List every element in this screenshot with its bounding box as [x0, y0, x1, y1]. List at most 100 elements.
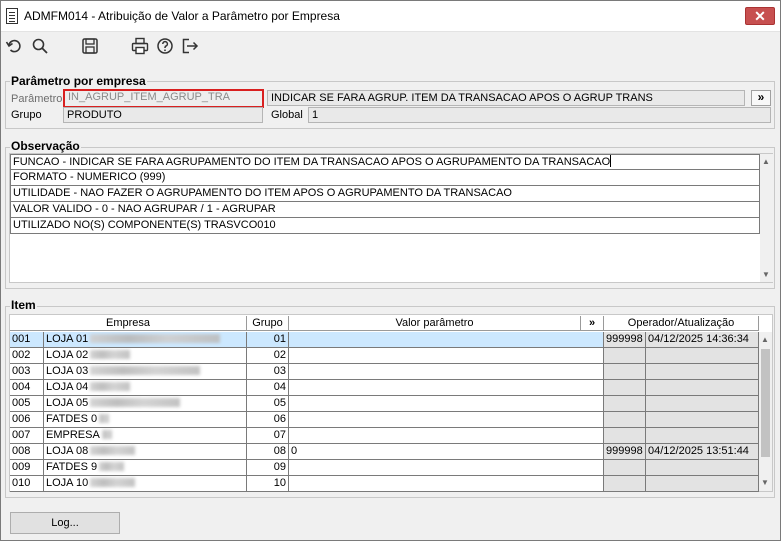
- cell-grupo[interactable]: 01: [247, 332, 289, 348]
- scroll-up-icon[interactable]: ▲: [762, 157, 770, 166]
- cell-atualizacao: [646, 460, 759, 476]
- cell-grupo[interactable]: 04: [247, 380, 289, 396]
- table-row[interactable]: 001 LOJA 01 01 999998 04/12/2025 14:36:34: [10, 332, 759, 348]
- cell-code[interactable]: 005: [10, 396, 44, 412]
- cell-valor[interactable]: [289, 428, 604, 444]
- redacted-text: [90, 334, 221, 343]
- log-button[interactable]: Log...: [10, 512, 120, 534]
- item-legend: Item: [10, 298, 37, 312]
- obs-line[interactable]: UTILIDADE - NAO FAZER O AGRUPAMENTO DO I…: [10, 186, 760, 202]
- redacted-text: [90, 366, 201, 375]
- cell-empresa[interactable]: LOJA 04: [44, 380, 247, 396]
- scroll-thumb[interactable]: [761, 349, 770, 457]
- cell-code[interactable]: 004: [10, 380, 44, 396]
- cell-grupo[interactable]: 09: [247, 460, 289, 476]
- cell-atualizacao: [646, 412, 759, 428]
- table-row[interactable]: 009 FATDES 9 09: [10, 460, 759, 476]
- print-icon[interactable]: [131, 37, 149, 55]
- cell-code[interactable]: 003: [10, 364, 44, 380]
- cell-empresa[interactable]: EMPRESA: [44, 428, 247, 444]
- item-grid: Empresa Grupo Valor parâmetro » Operador…: [9, 314, 773, 492]
- cell-empresa[interactable]: FATDES 0: [44, 412, 247, 428]
- main-window: ADMFM014 - Atribuição de Valor a Parâmet…: [0, 0, 781, 541]
- grupo-label: Grupo: [11, 109, 42, 121]
- cell-code[interactable]: 001: [10, 332, 44, 348]
- cell-code[interactable]: 006: [10, 412, 44, 428]
- cell-operador: [604, 412, 646, 428]
- redacted-text: [90, 478, 136, 487]
- search-icon[interactable]: [31, 37, 49, 55]
- cell-empresa[interactable]: LOJA 01: [44, 332, 247, 348]
- cell-valor[interactable]: [289, 364, 604, 380]
- item-scrollbar[interactable]: ▲ ▼: [759, 332, 772, 491]
- scroll-down-icon[interactable]: ▼: [762, 270, 770, 279]
- table-row[interactable]: 010 LOJA 10 10: [10, 476, 759, 492]
- undo-icon[interactable]: [5, 37, 23, 55]
- cell-valor[interactable]: [289, 348, 604, 364]
- cell-grupo[interactable]: 03: [247, 364, 289, 380]
- cell-operador: [604, 364, 646, 380]
- document-icon: [6, 8, 18, 24]
- scroll-up-icon[interactable]: ▲: [761, 335, 769, 344]
- parametro-field[interactable]: IN_AGRUP_ITEM_AGRUP_TRA: [63, 89, 264, 108]
- cell-grupo[interactable]: 08: [247, 444, 289, 460]
- cell-grupo[interactable]: 06: [247, 412, 289, 428]
- cell-grupo[interactable]: 07: [247, 428, 289, 444]
- cell-operador: [604, 396, 646, 412]
- cell-valor[interactable]: 0: [289, 444, 604, 460]
- col-header-operador[interactable]: Operador/Atualização: [604, 316, 759, 331]
- scroll-down-icon[interactable]: ▼: [761, 478, 769, 487]
- save-icon[interactable]: [81, 37, 99, 55]
- col-header-empresa[interactable]: Empresa: [10, 316, 247, 331]
- obs-line[interactable]: UTILIZADO NO(S) COMPONENTE(S) TRASVCO010: [10, 218, 760, 234]
- cell-empresa[interactable]: LOJA 08: [44, 444, 247, 460]
- cell-empresa[interactable]: LOJA 05: [44, 396, 247, 412]
- obs-textarea[interactable]: FUNCAO - INDICAR SE FARA AGRUPAMENTO DO …: [9, 153, 773, 283]
- cell-empresa[interactable]: LOJA 10: [44, 476, 247, 492]
- cell-grupo[interactable]: 05: [247, 396, 289, 412]
- cell-valor[interactable]: [289, 380, 604, 396]
- table-row[interactable]: 005 LOJA 05 05: [10, 396, 759, 412]
- col-header-more-button[interactable]: »: [581, 316, 604, 331]
- cell-code[interactable]: 008: [10, 444, 44, 460]
- table-row[interactable]: 003 LOJA 03 03: [10, 364, 759, 380]
- window-title: ADMFM014 - Atribuição de Valor a Parâmet…: [24, 9, 340, 23]
- cell-valor[interactable]: [289, 332, 604, 348]
- cell-valor[interactable]: [289, 396, 604, 412]
- obs-line[interactable]: VALOR VALIDO - 0 - NAO AGRUPAR / 1 - AGR…: [10, 202, 760, 218]
- close-button[interactable]: ✕: [745, 7, 775, 25]
- cell-empresa[interactable]: LOJA 02: [44, 348, 247, 364]
- redacted-text: [90, 446, 136, 455]
- cell-valor[interactable]: [289, 412, 604, 428]
- obs-line[interactable]: FORMATO - NUMERICO (999): [10, 170, 760, 186]
- cell-empresa[interactable]: FATDES 9: [44, 460, 247, 476]
- cell-code[interactable]: 009: [10, 460, 44, 476]
- cell-empresa[interactable]: LOJA 03: [44, 364, 247, 380]
- obs-line[interactable]: FUNCAO - INDICAR SE FARA AGRUPAMENTO DO …: [10, 154, 760, 170]
- table-row[interactable]: 004 LOJA 04 04: [10, 380, 759, 396]
- cell-code[interactable]: 007: [10, 428, 44, 444]
- cell-valor[interactable]: [289, 460, 604, 476]
- redacted-text: [90, 398, 181, 407]
- cell-code[interactable]: 010: [10, 476, 44, 492]
- col-header-valor[interactable]: Valor parâmetro: [289, 316, 581, 331]
- cell-operador: [604, 476, 646, 492]
- table-row[interactable]: 006 FATDES 0 06: [10, 412, 759, 428]
- cell-grupo[interactable]: 02: [247, 348, 289, 364]
- obs-scrollbar[interactable]: ▲ ▼: [760, 154, 773, 282]
- parametro-label: Parâmetro: [11, 93, 63, 105]
- exit-icon[interactable]: [181, 37, 199, 55]
- cell-valor[interactable]: [289, 476, 604, 492]
- obs-legend: Observação: [10, 139, 81, 153]
- redacted-text: [99, 462, 125, 471]
- table-row[interactable]: 002 LOJA 02 02: [10, 348, 759, 364]
- cell-grupo[interactable]: 10: [247, 476, 289, 492]
- toolbar: [1, 32, 780, 60]
- help-icon[interactable]: [156, 37, 174, 55]
- table-row[interactable]: 008 LOJA 08 08 0 999998 04/12/2025 13:51:44: [10, 444, 759, 460]
- table-row[interactable]: 007 EMPRESA 07: [10, 428, 759, 444]
- more-button[interactable]: »: [751, 90, 771, 106]
- cell-code[interactable]: 002: [10, 348, 44, 364]
- col-header-grupo[interactable]: Grupo: [247, 316, 289, 331]
- param-legend: Parâmetro por empresa: [10, 74, 147, 88]
